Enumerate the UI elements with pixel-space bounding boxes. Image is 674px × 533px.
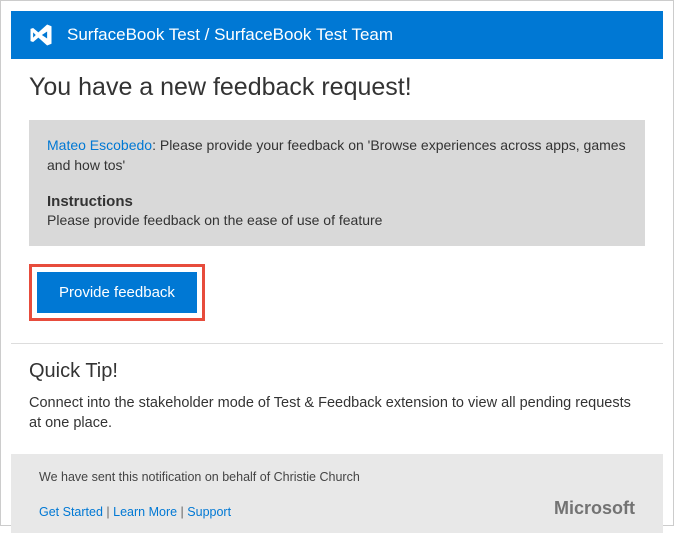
provide-feedback-button[interactable]: Provide feedback [37,272,197,313]
footer-bottom-row: Get Started | Learn More | Support Micro… [39,498,635,519]
visual-studio-icon [27,21,55,49]
support-link[interactable]: Support [187,505,231,519]
instructions-text: Please provide feedback on the ease of u… [47,212,627,228]
link-sep-1: | [103,505,113,519]
get-started-link[interactable]: Get Started [39,505,103,519]
footer-links: Get Started | Learn More | Support [39,505,231,519]
app-header: SurfaceBook Test / SurfaceBook Test Team [11,11,663,59]
header-title: SurfaceBook Test / SurfaceBook Test Team [67,25,393,45]
tip-text: Connect into the stakeholder mode of Tes… [29,393,645,434]
notice-name: Christie Church [274,470,360,484]
page-heading: You have a new feedback request! [29,73,645,102]
main-content: You have a new feedback request! Mateo E… [1,59,673,321]
request-message: Mateo Escobedo: Please provide your feed… [47,136,627,175]
button-highlight-frame: Provide feedback [29,264,205,321]
tip-heading: Quick Tip! [29,360,645,383]
notice-prefix: We have sent this notification on behalf… [39,470,274,484]
learn-more-link[interactable]: Learn More [113,505,177,519]
link-sep-2: | [177,505,187,519]
footer: We have sent this notification on behalf… [11,454,663,533]
instructions-label: Instructions [47,193,627,210]
quick-tip-section: Quick Tip! Connect into the stakeholder … [1,360,673,454]
section-divider [11,343,663,344]
request-separator: : [152,137,160,153]
requester-name-link[interactable]: Mateo Escobedo [47,137,152,153]
microsoft-logo: Microsoft [554,498,635,519]
feedback-request-box: Mateo Escobedo: Please provide your feed… [29,120,645,246]
footer-notice: We have sent this notification on behalf… [39,470,635,484]
